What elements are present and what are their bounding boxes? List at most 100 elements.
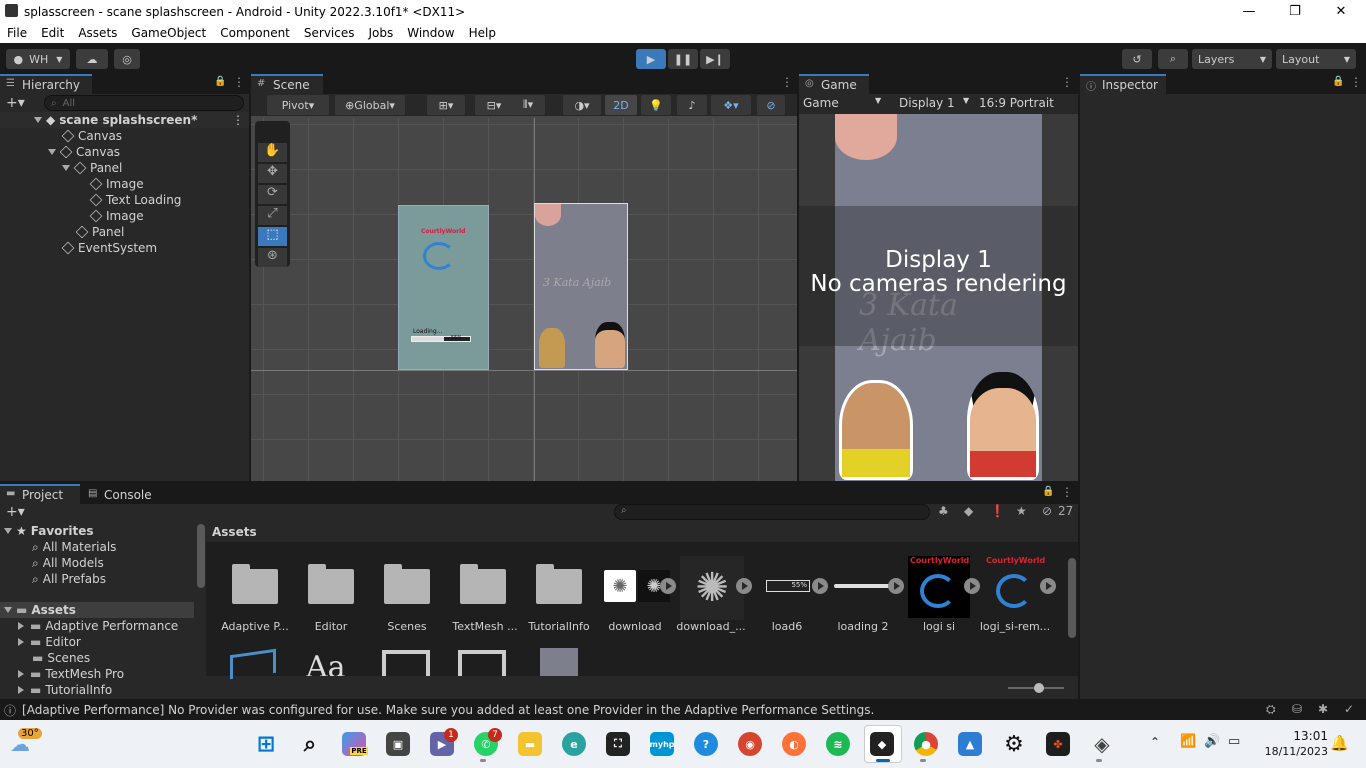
- photos-icon[interactable]: ▲: [958, 732, 982, 756]
- asset-folder-icon[interactable]: [306, 564, 354, 604]
- shading-dropdown[interactable]: ◑▾: [563, 95, 601, 115]
- scene-root-row[interactable]: ◆ scane splashscreen* ⋮: [0, 112, 249, 128]
- expand-sprite-icon[interactable]: [1040, 578, 1056, 594]
- transform-tool-icon[interactable]: ⊛: [258, 248, 287, 267]
- zoom-slider-thumb[interactable]: [1034, 683, 1044, 693]
- progress-bar-sprite[interactable]: 55%: [766, 580, 810, 592]
- expand-arrow-icon[interactable]: [62, 165, 70, 171]
- rect-tool-icon[interactable]: ⬚: [258, 227, 287, 246]
- hierarchy-item[interactable]: Image: [89, 208, 144, 224]
- asset-folder-row[interactable]: ▬ Scenes: [32, 650, 90, 666]
- edge-icon[interactable]: e: [562, 732, 586, 756]
- spinner-sprite-icon[interactable]: ✺: [680, 556, 744, 620]
- more-options-icon[interactable]: ⋮: [233, 75, 245, 89]
- create-asset-button[interactable]: +▾: [6, 504, 25, 520]
- hierarchy-search-input[interactable]: ⌕ All: [44, 95, 244, 111]
- collapse-arrow-icon[interactable]: [18, 686, 24, 694]
- hierarchy-item[interactable]: Canvas: [61, 128, 122, 144]
- hidden-objects-toggle[interactable]: ⊘: [757, 95, 785, 115]
- filter-label-icon[interactable]: ◆: [964, 504, 973, 518]
- hidden-packages-icon[interactable]: ⊘: [1042, 504, 1052, 518]
- wifi-icon[interactable]: 📶: [1180, 734, 1196, 749]
- chevron-up-icon[interactable]: ⌃: [1150, 735, 1160, 749]
- settings-gear-icon[interactable]: ⚙: [1002, 732, 1026, 757]
- favorites-header[interactable]: ★ Favorites: [4, 523, 93, 539]
- breadcrumb-assets[interactable]: Assets: [212, 525, 257, 539]
- layout-dropdown[interactable]: Layout ▼: [1276, 49, 1356, 69]
- favorite-item[interactable]: ⌕ All Models: [32, 555, 104, 571]
- hierarchy-item[interactable]: Image: [89, 176, 144, 192]
- play-button[interactable]: ▶: [636, 49, 666, 69]
- figma-icon[interactable]: ✤: [1046, 732, 1070, 756]
- file-explorer-icon[interactable]: ▬: [518, 732, 542, 756]
- splash-sprite-thumbnail[interactable]: [540, 648, 578, 676]
- spotify-icon[interactable]: ≋: [826, 732, 850, 756]
- myhp-icon[interactable]: myhp: [650, 732, 675, 756]
- undo-history-button[interactable]: ↺: [1122, 49, 1152, 69]
- copilot-icon[interactable]: PRE: [342, 732, 368, 756]
- pivot-dropdown[interactable]: Pivot ▾: [267, 95, 329, 115]
- canvas-preview-left[interactable]: CourtlyWorld Loading... 55%: [398, 205, 489, 370]
- more-options-icon[interactable]: ⋮: [232, 113, 244, 127]
- help-icon[interactable]: ?: [694, 732, 718, 756]
- asset-folder-row[interactable]: ▬ Adaptive Performance: [18, 618, 178, 634]
- logo-sprite[interactable]: CourtlyWorld: [984, 556, 1046, 618]
- favorite-star-icon[interactable]: ★: [1016, 504, 1027, 518]
- notification-bell-icon[interactable]: 🔔: [1330, 734, 1349, 752]
- font-asset-icon[interactable]: Aa: [306, 650, 346, 676]
- hierarchy-item[interactable]: EventSystem: [61, 240, 157, 256]
- asset-folder-row[interactable]: ▬ Editor: [18, 634, 81, 650]
- expand-arrow-icon[interactable]: [34, 117, 42, 123]
- tab-game[interactable]: ◎ Game: [799, 74, 869, 94]
- collab-button[interactable]: ◎: [114, 49, 140, 69]
- cache-icon[interactable]: ⛁: [1292, 702, 1302, 716]
- expand-sprite-icon[interactable]: [736, 578, 752, 594]
- search-icon[interactable]: ⌕: [298, 732, 322, 757]
- unity-editor-icon[interactable]: ◈: [1090, 732, 1114, 756]
- menu-services[interactable]: Services: [297, 26, 362, 40]
- asset-folder-icon[interactable]: [230, 564, 278, 604]
- increment-snap-button[interactable]: ⊟▾: [475, 95, 513, 115]
- scene-viewport[interactable]: [251, 118, 797, 481]
- expand-sprite-icon[interactable]: [812, 578, 828, 594]
- console-status-message[interactable]: [Adaptive Performance] No Provider was c…: [22, 703, 874, 717]
- collapse-arrow-icon[interactable]: [18, 638, 24, 646]
- tab-inspector[interactable]: ⓘ Inspector: [1080, 74, 1166, 94]
- move-tool-icon[interactable]: ✥: [258, 164, 287, 183]
- owl-app-icon[interactable]: ◉: [738, 732, 762, 756]
- asset-grid-scrollbar[interactable]: [1068, 558, 1076, 638]
- more-options-icon[interactable]: ⋮: [1350, 75, 1362, 89]
- battery-icon[interactable]: ▭: [1228, 734, 1240, 749]
- debug-icon[interactable]: ✱: [1318, 702, 1328, 716]
- menu-gameobject[interactable]: GameObject: [124, 26, 213, 40]
- menu-file[interactable]: File: [0, 26, 34, 40]
- tab-console[interactable]: ▤ Console: [82, 484, 162, 504]
- canvas-preview-right[interactable]: 3 Kata Ajaib: [534, 203, 628, 370]
- collapse-arrow-icon[interactable]: [18, 670, 24, 678]
- toggle-2d-button[interactable]: 2D: [605, 95, 637, 115]
- clock-time[interactable]: 13:01: [1258, 729, 1328, 743]
- search-button[interactable]: ⌕: [1158, 49, 1188, 69]
- hierarchy-item[interactable]: Canvas: [48, 144, 120, 160]
- tab-hierarchy[interactable]: ☰ Hierarchy: [0, 74, 92, 94]
- windows-start-icon[interactable]: ⊞: [254, 732, 278, 757]
- grid-snap-button[interactable]: ⊞▾: [427, 95, 465, 115]
- filter-type-icon[interactable]: ♣: [938, 504, 949, 518]
- unity-scene-asset-icon[interactable]: [458, 650, 506, 676]
- game-mode-dropdown[interactable]: Game: [803, 96, 839, 110]
- aspect-dropdown[interactable]: 16:9 Portrait: [979, 96, 1054, 110]
- lock-icon[interactable]: 🔒: [1042, 486, 1054, 497]
- cloud-button[interactable]: ☁: [76, 49, 108, 69]
- store-icon[interactable]: ⛶: [606, 732, 630, 756]
- asset-folder-icon[interactable]: [382, 564, 430, 604]
- unity-hub-icon[interactable]: ◆: [870, 732, 894, 756]
- draw-mode-button[interactable]: ⦀▾: [511, 95, 545, 115]
- more-options-icon[interactable]: ⋮: [1061, 485, 1073, 499]
- hierarchy-item[interactable]: Text Loading: [89, 192, 181, 208]
- hierarchy-item[interactable]: Panel: [62, 160, 122, 176]
- collapse-arrow-icon[interactable]: [18, 622, 24, 630]
- warning-icon[interactable]: ❗: [990, 504, 1005, 518]
- volume-icon[interactable]: 🔊: [1204, 734, 1220, 749]
- asset-folder-icon[interactable]: [458, 564, 506, 604]
- progress-icon[interactable]: ⛭: [1266, 702, 1276, 717]
